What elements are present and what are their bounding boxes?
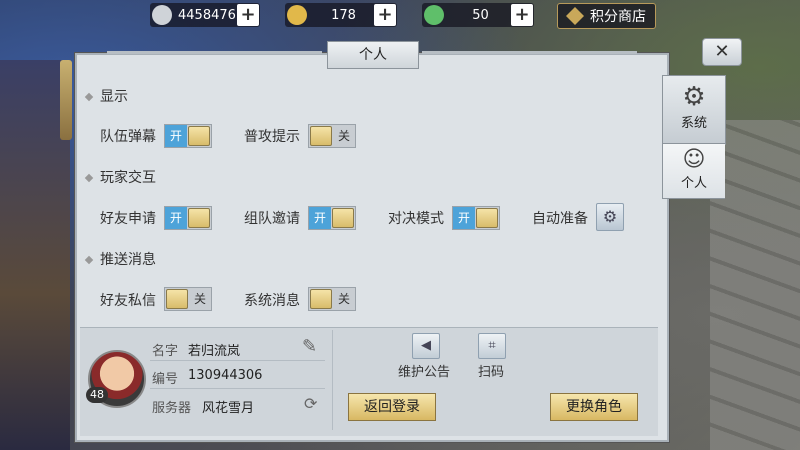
scan-label: 扫码 [478, 365, 505, 380]
tab-personal-label: 个人 [680, 176, 707, 191]
silver-amount: 4458476 [178, 7, 236, 23]
panel-title: 个人 [327, 41, 419, 69]
friend-message-label: 好友私信 [100, 293, 156, 309]
person-icon: ☺ [682, 147, 706, 172]
section-bullet-icon [84, 92, 94, 102]
auto-ready-settings-button[interactable]: ⚙ [596, 203, 624, 231]
team-invite-toggle[interactable]: 开 [308, 206, 356, 230]
toggle-knob [188, 126, 210, 146]
system-message-label: 系统消息 [244, 293, 300, 309]
edit-name-button[interactable]: ✎ [302, 336, 317, 357]
gear-icon: ⚙ [602, 207, 618, 226]
shop-label: 积分商店 [590, 9, 646, 25]
attack-hint-toggle[interactable]: 关 [308, 124, 356, 148]
toggle-state: 开 [165, 125, 187, 147]
pencil-icon: ✎ [302, 336, 318, 357]
toggle-knob [310, 289, 332, 309]
add-jade-button[interactable]: + [511, 4, 533, 26]
panel-titlebar: 个人 [77, 41, 667, 69]
gold-resource: 178 + [285, 3, 397, 27]
team-invite-label: 组队邀请 [244, 211, 300, 227]
section-interaction: 玩家交互 [84, 167, 156, 187]
shop-icon [566, 7, 584, 25]
silver-resource: 4458476 + [150, 3, 260, 27]
section-bullet-icon [84, 255, 94, 265]
attack-hint-label: 普攻提示 [244, 129, 300, 145]
maintenance-notice-button[interactable]: ◀ [412, 333, 440, 359]
jade-resource: 50 + [422, 3, 534, 27]
duel-mode-label: 对决模式 [388, 211, 444, 227]
toggle-state: 关 [337, 292, 350, 306]
toggle-knob [166, 289, 188, 309]
gold-amount: 178 [331, 7, 356, 23]
server-label: 服务器 [152, 401, 192, 416]
switch-role-button[interactable]: 更换角色 [550, 393, 638, 421]
friend-request-toggle[interactable]: 开 [164, 206, 212, 230]
team-popup-toggle[interactable]: 开 [164, 124, 212, 148]
section-push: 推送消息 [84, 249, 156, 269]
id-label: 编号 [152, 372, 179, 387]
name-label: 名字 [152, 344, 179, 359]
title-ornament-right [422, 51, 637, 54]
lantern-decoration [60, 60, 72, 140]
jade-amount: 50 [472, 7, 489, 23]
player-name: 若归流岚 [188, 344, 241, 359]
name-underline [150, 360, 325, 361]
tab-system[interactable]: ⚙ 系统 [662, 75, 726, 145]
section-display-title: 显示 [100, 89, 128, 105]
duel-mode-toggle[interactable]: 开 [452, 206, 500, 230]
toggle-knob [310, 126, 332, 146]
team-popup-label: 队伍弹幕 [100, 129, 156, 145]
section-push-title: 推送消息 [100, 252, 156, 268]
profile-divider [332, 330, 333, 430]
add-gold-button[interactable]: + [374, 4, 396, 26]
speaker-icon: ◀ [421, 338, 431, 353]
system-message-toggle[interactable]: 关 [308, 287, 356, 311]
toggle-state: 开 [309, 207, 331, 229]
toggle-state: 关 [193, 292, 206, 306]
friend-message-toggle[interactable]: 关 [164, 287, 212, 311]
toggle-knob [188, 208, 210, 228]
toggle-knob [332, 208, 354, 228]
server-name: 风花雪月 [202, 401, 255, 416]
level-badge: 48 [86, 387, 108, 403]
silver-coin-icon [152, 5, 172, 25]
friend-request-label: 好友申请 [100, 211, 156, 227]
section-bullet-icon [84, 173, 94, 183]
add-silver-button[interactable]: + [237, 4, 259, 26]
title-ornament-left [107, 51, 322, 54]
toggle-state: 开 [453, 207, 475, 229]
toggle-knob [476, 208, 498, 228]
points-shop-button[interactable]: 积分商店 [557, 3, 656, 29]
auto-ready-label: 自动准备 [532, 211, 588, 227]
gold-ingot-icon [287, 5, 307, 25]
tab-personal[interactable]: ☺ 个人 [662, 143, 725, 199]
maintenance-notice-label: 维护公告 [398, 365, 451, 380]
close-button[interactable]: ✕ [702, 38, 742, 66]
toggle-state: 开 [165, 207, 187, 229]
id-underline [150, 388, 325, 389]
refresh-icon: ⟳ [304, 394, 318, 413]
gear-icon: ⚙ [682, 82, 706, 112]
tab-system-label: 系统 [680, 116, 707, 131]
player-id: 130944306 [188, 368, 263, 383]
toggle-state: 关 [337, 129, 350, 143]
section-interaction-title: 玩家交互 [100, 170, 156, 186]
back-login-button[interactable]: 返回登录 [348, 393, 436, 421]
jade-ingot-icon [424, 5, 444, 25]
scan-button[interactable]: ⌗ [478, 333, 506, 359]
section-display: 显示 [84, 86, 128, 106]
switch-server-button[interactable]: ⟳ [304, 394, 317, 413]
scan-icon: ⌗ [488, 338, 496, 353]
